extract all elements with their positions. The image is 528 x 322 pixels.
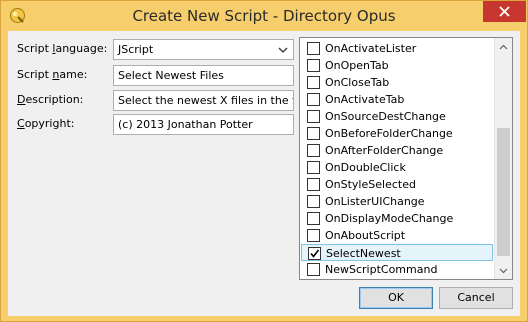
checkmark-icon <box>310 249 320 258</box>
list-item[interactable]: NewScriptCommand <box>301 261 493 278</box>
description-field[interactable]: Select the newest X files in the fo <box>113 90 294 111</box>
event-checkbox[interactable] <box>307 42 320 55</box>
script-name-label: Script name: <box>17 68 88 81</box>
event-checkbox[interactable] <box>307 212 320 225</box>
list-item[interactable]: OnActivateLister <box>301 40 493 57</box>
event-name: OnDisplayModeChange <box>325 212 454 225</box>
event-checkbox[interactable] <box>307 161 320 174</box>
description-value: Select the newest X files in the fo <box>118 94 294 107</box>
event-name: OnStyleSelected <box>325 178 416 191</box>
close-icon <box>499 6 510 17</box>
event-name: OnListerUIChange <box>325 195 425 208</box>
event-checkbox[interactable] <box>308 247 321 260</box>
list-item[interactable]: OnDoubleClick <box>301 159 493 176</box>
dialog-window: Create New Script - Directory Opus Scrip… <box>0 0 528 322</box>
event-checkbox[interactable] <box>307 127 320 140</box>
event-checkbox[interactable] <box>307 195 320 208</box>
event-name: NewScriptCommand <box>325 263 438 276</box>
list-item[interactable]: OnActivateTab <box>301 91 493 108</box>
description-label: Description: <box>17 93 84 106</box>
script-language-value: JScript <box>118 43 154 56</box>
list-item[interactable]: OnListerUIChange <box>301 193 493 210</box>
event-name: OnAfterFolderChange <box>325 144 444 157</box>
copyright-label: Copyright: <box>17 117 75 130</box>
ok-button[interactable]: OK <box>359 287 433 309</box>
event-checkbox[interactable] <box>307 229 320 242</box>
title-bar[interactable]: Create New Script - Directory Opus <box>1 1 527 31</box>
event-name: OnActivateTab <box>325 93 405 106</box>
event-name: OnSourceDestChange <box>325 110 446 123</box>
script-language-label: Script language: <box>17 42 108 55</box>
list-item[interactable]: SelectNewest <box>301 244 493 261</box>
chevron-down-icon <box>278 47 288 53</box>
chevron-down-icon <box>499 268 508 273</box>
list-item[interactable]: OnCloseTab <box>301 74 493 91</box>
list-item[interactable]: OnStyleSelected <box>301 176 493 193</box>
event-name: OnBeforeFolderChange <box>325 127 453 140</box>
chevron-up-icon <box>499 44 508 49</box>
event-checkbox[interactable] <box>307 76 320 89</box>
event-checkbox[interactable] <box>307 263 320 276</box>
copyright-field[interactable]: (c) 2013 Jonathan Potter <box>113 114 294 135</box>
window-title: Create New Script - Directory Opus <box>132 7 396 25</box>
copyright-value: (c) 2013 Jonathan Potter <box>118 118 253 131</box>
scroll-up-button[interactable] <box>495 38 512 55</box>
event-name: OnCloseTab <box>325 76 390 89</box>
event-checkbox[interactable] <box>307 144 320 157</box>
event-name: SelectNewest <box>326 247 401 260</box>
script-name-value: Select Newest Files <box>118 69 224 82</box>
scroll-thumb[interactable] <box>497 128 510 256</box>
dialog-body: Script language: JScript Script name: Se… <box>8 31 520 316</box>
event-name: OnOpenTab <box>325 59 389 72</box>
events-scrollbar[interactable] <box>494 38 512 279</box>
events-list[interactable]: OnActivateLister OnOpenTab OnCloseTab OnAct… <box>299 37 513 280</box>
script-language-select[interactable]: JScript <box>113 39 294 60</box>
list-item[interactable]: OnSourceDestChange <box>301 108 493 125</box>
close-button[interactable] <box>483 1 526 22</box>
list-item[interactable]: OnAboutScript <box>301 227 493 244</box>
script-name-field[interactable]: Select Newest Files <box>113 65 294 86</box>
event-checkbox[interactable] <box>307 59 320 72</box>
list-item[interactable]: OnBeforeFolderChange <box>301 125 493 142</box>
list-item[interactable]: OnAfterFolderChange <box>301 142 493 159</box>
list-item[interactable]: OnDisplayModeChange <box>301 210 493 227</box>
event-name: OnAboutScript <box>325 229 406 242</box>
list-item[interactable]: OnOpenTab <box>301 57 493 74</box>
event-checkbox[interactable] <box>307 178 320 191</box>
event-name: OnActivateLister <box>325 42 417 55</box>
scroll-down-button[interactable] <box>495 262 512 279</box>
event-name: OnDoubleClick <box>325 161 406 174</box>
event-checkbox[interactable] <box>307 93 320 106</box>
event-checkbox[interactable] <box>307 110 320 123</box>
cancel-button[interactable]: Cancel <box>439 287 513 309</box>
